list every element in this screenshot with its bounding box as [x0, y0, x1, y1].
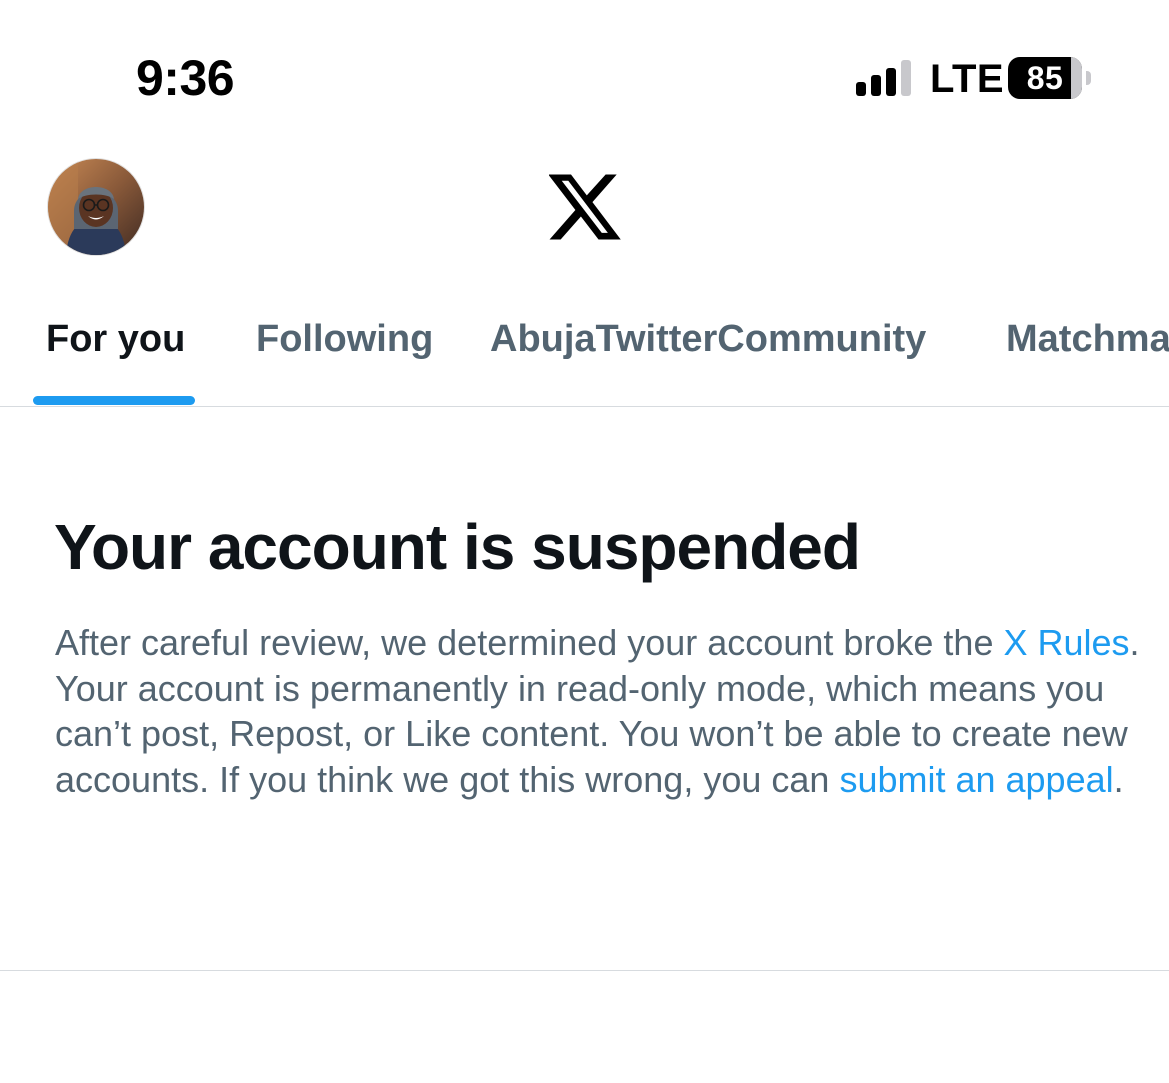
avatar-image — [48, 159, 144, 255]
status-time: 9:36 — [136, 50, 235, 106]
battery-icon: 85 — [1008, 57, 1092, 99]
message-text-3: . — [1113, 758, 1124, 800]
status-bar: 9:36 LTE 85 — [0, 0, 1169, 140]
tab-abuja-twitter-community[interactable]: AbujaTwitterCommunity — [490, 316, 926, 362]
network-type-label: LTE — [930, 57, 1005, 101]
tab-for-you[interactable]: For you — [46, 316, 185, 362]
battery-level: 85 — [1026, 60, 1064, 96]
profile-avatar[interactable] — [48, 159, 144, 255]
cellular-signal-icon — [856, 60, 911, 96]
suspension-message: After careful review, we determined your… — [55, 620, 1140, 802]
message-text-1: After careful review, we determined your… — [55, 622, 1004, 663]
tab-matchma[interactable]: Matchma — [1006, 316, 1169, 362]
submit-appeal-link[interactable]: submit an appeal — [839, 759, 1113, 800]
suspension-title: Your account is suspended — [54, 511, 861, 583]
timeline-tabs: For you Following AbujaTwitterCommunity … — [0, 296, 1169, 407]
divider — [0, 970, 1169, 971]
tab-following[interactable]: Following — [256, 316, 433, 362]
x-logo-icon[interactable] — [549, 171, 621, 243]
active-tab-indicator — [33, 396, 195, 405]
x-rules-link[interactable]: X Rules — [1003, 622, 1129, 663]
